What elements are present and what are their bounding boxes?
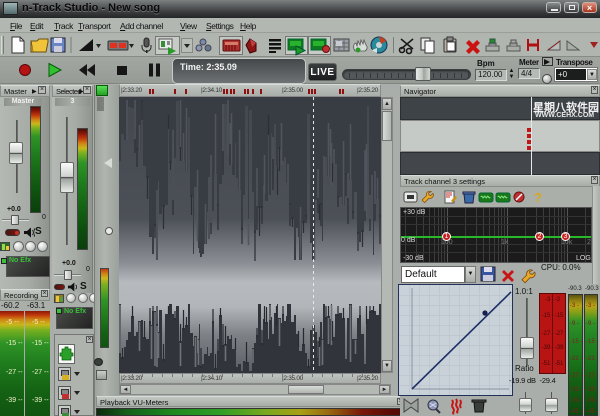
svg-text:?: ? — [534, 190, 542, 205]
